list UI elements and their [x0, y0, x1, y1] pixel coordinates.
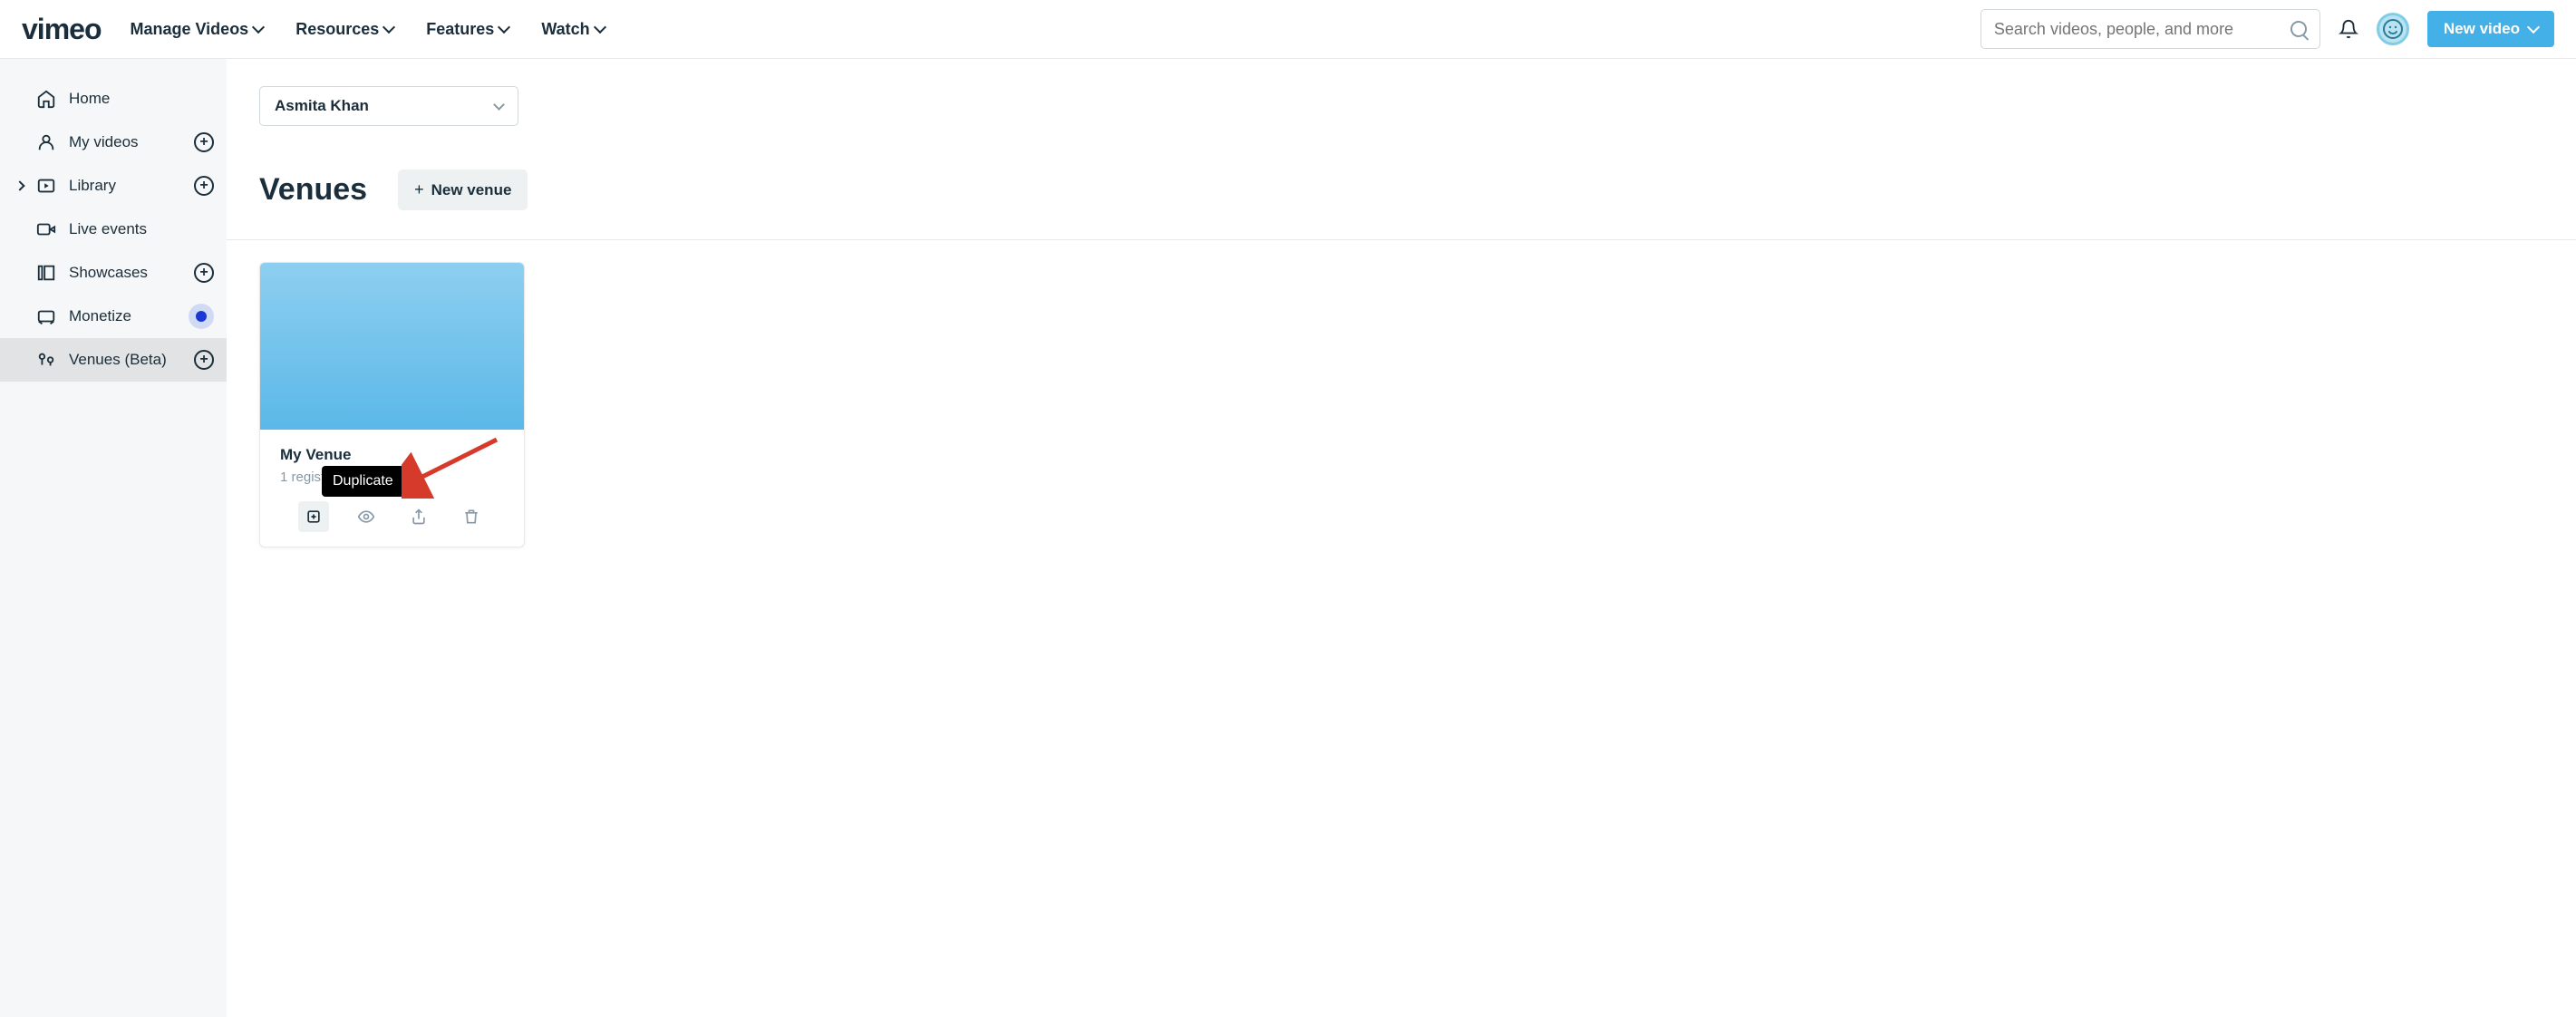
add-icon[interactable]: +: [194, 350, 214, 370]
nav-watch[interactable]: Watch: [541, 20, 604, 39]
sidebar-item-label: Library: [69, 177, 194, 195]
share-icon: [410, 508, 428, 526]
sidebar-item-label: My videos: [69, 133, 194, 151]
sidebar-item-label: Monetize: [69, 307, 189, 325]
avatar[interactable]: [2377, 13, 2409, 45]
search-input[interactable]: [1980, 9, 2320, 49]
sidebar-item-home[interactable]: Home: [0, 77, 227, 121]
divider: [227, 239, 2576, 240]
new-video-label: New video: [2444, 20, 2520, 38]
trash-icon: [462, 508, 480, 526]
nav-label: Watch: [541, 20, 589, 39]
sidebar-item-live-events[interactable]: Live events: [0, 208, 227, 251]
sidebar-item-library[interactable]: Library +: [0, 164, 227, 208]
chevron-down-icon: [594, 21, 606, 34]
tooltip: Duplicate: [322, 466, 404, 497]
user-selector-label: Asmita Khan: [275, 97, 495, 115]
share-button[interactable]: [403, 501, 434, 532]
add-icon[interactable]: +: [194, 176, 214, 196]
sidebar-item-label: Venues (Beta): [69, 351, 194, 369]
venue-actions: [280, 501, 504, 532]
duplicate-button[interactable]: [298, 501, 329, 532]
search-field[interactable]: [1994, 20, 2290, 39]
nav-label: Manage Videos: [130, 20, 248, 39]
chevron-down-icon: [493, 99, 505, 111]
sidebar-item-venues[interactable]: Venues (Beta) +: [0, 338, 227, 382]
chevron-right-icon: [15, 180, 24, 190]
new-venue-label: New venue: [431, 181, 512, 199]
duplicate-icon: [305, 508, 323, 526]
nav-features[interactable]: Features: [426, 20, 508, 39]
eye-icon: [357, 508, 375, 526]
home-icon: [36, 89, 56, 109]
sidebar: Home My videos + Library + Live events S…: [0, 59, 227, 1017]
showcases-icon: [36, 263, 56, 283]
preview-button[interactable]: [351, 501, 382, 532]
search-icon: [2290, 21, 2307, 37]
venues-icon: [36, 350, 56, 370]
new-video-button[interactable]: New video: [2427, 11, 2554, 47]
sidebar-item-monetize[interactable]: Monetize: [0, 295, 227, 338]
sidebar-item-label: Home: [69, 90, 214, 108]
sidebar-item-showcases[interactable]: Showcases +: [0, 251, 227, 295]
delete-button[interactable]: [456, 501, 487, 532]
top-nav: vimeo Manage Videos Resources Features W…: [0, 0, 2576, 59]
chevron-down-icon: [383, 21, 395, 34]
chevron-down-icon: [2527, 21, 2540, 34]
nav-label: Features: [426, 20, 494, 39]
add-icon[interactable]: +: [194, 132, 214, 152]
chevron-down-icon: [252, 21, 265, 34]
nav-manage-videos[interactable]: Manage Videos: [130, 20, 263, 39]
notifications-icon[interactable]: [2339, 19, 2358, 39]
page-title: Venues: [259, 172, 367, 208]
library-icon: [36, 176, 56, 196]
main-nav: Manage Videos Resources Features Watch: [130, 20, 604, 39]
page-heading-row: Venues + New venue: [259, 170, 2543, 210]
logo[interactable]: vimeo: [22, 13, 101, 46]
sidebar-item-label: Live events: [69, 220, 214, 238]
venue-thumbnail[interactable]: [260, 263, 524, 430]
sidebar-item-my-videos[interactable]: My videos +: [0, 121, 227, 164]
plus-icon: +: [414, 180, 424, 199]
nav-resources[interactable]: Resources: [295, 20, 393, 39]
chevron-down-icon: [498, 21, 510, 34]
nav-label: Resources: [295, 20, 379, 39]
venue-title: My Venue: [280, 446, 504, 464]
new-venue-button[interactable]: + New venue: [398, 170, 528, 210]
monetize-icon: [36, 306, 56, 326]
notification-dot-icon: [189, 304, 214, 329]
venue-card: My Venue 1 regist Dup: [259, 262, 525, 547]
add-icon[interactable]: +: [194, 263, 214, 283]
live-icon: [36, 219, 56, 239]
user-icon: [36, 132, 56, 152]
user-selector[interactable]: Asmita Khan: [259, 86, 518, 126]
avatar-face-icon: [2382, 18, 2404, 40]
sidebar-item-label: Showcases: [69, 264, 194, 282]
main-content: Asmita Khan Venues + New venue My Venue …: [227, 59, 2576, 1017]
